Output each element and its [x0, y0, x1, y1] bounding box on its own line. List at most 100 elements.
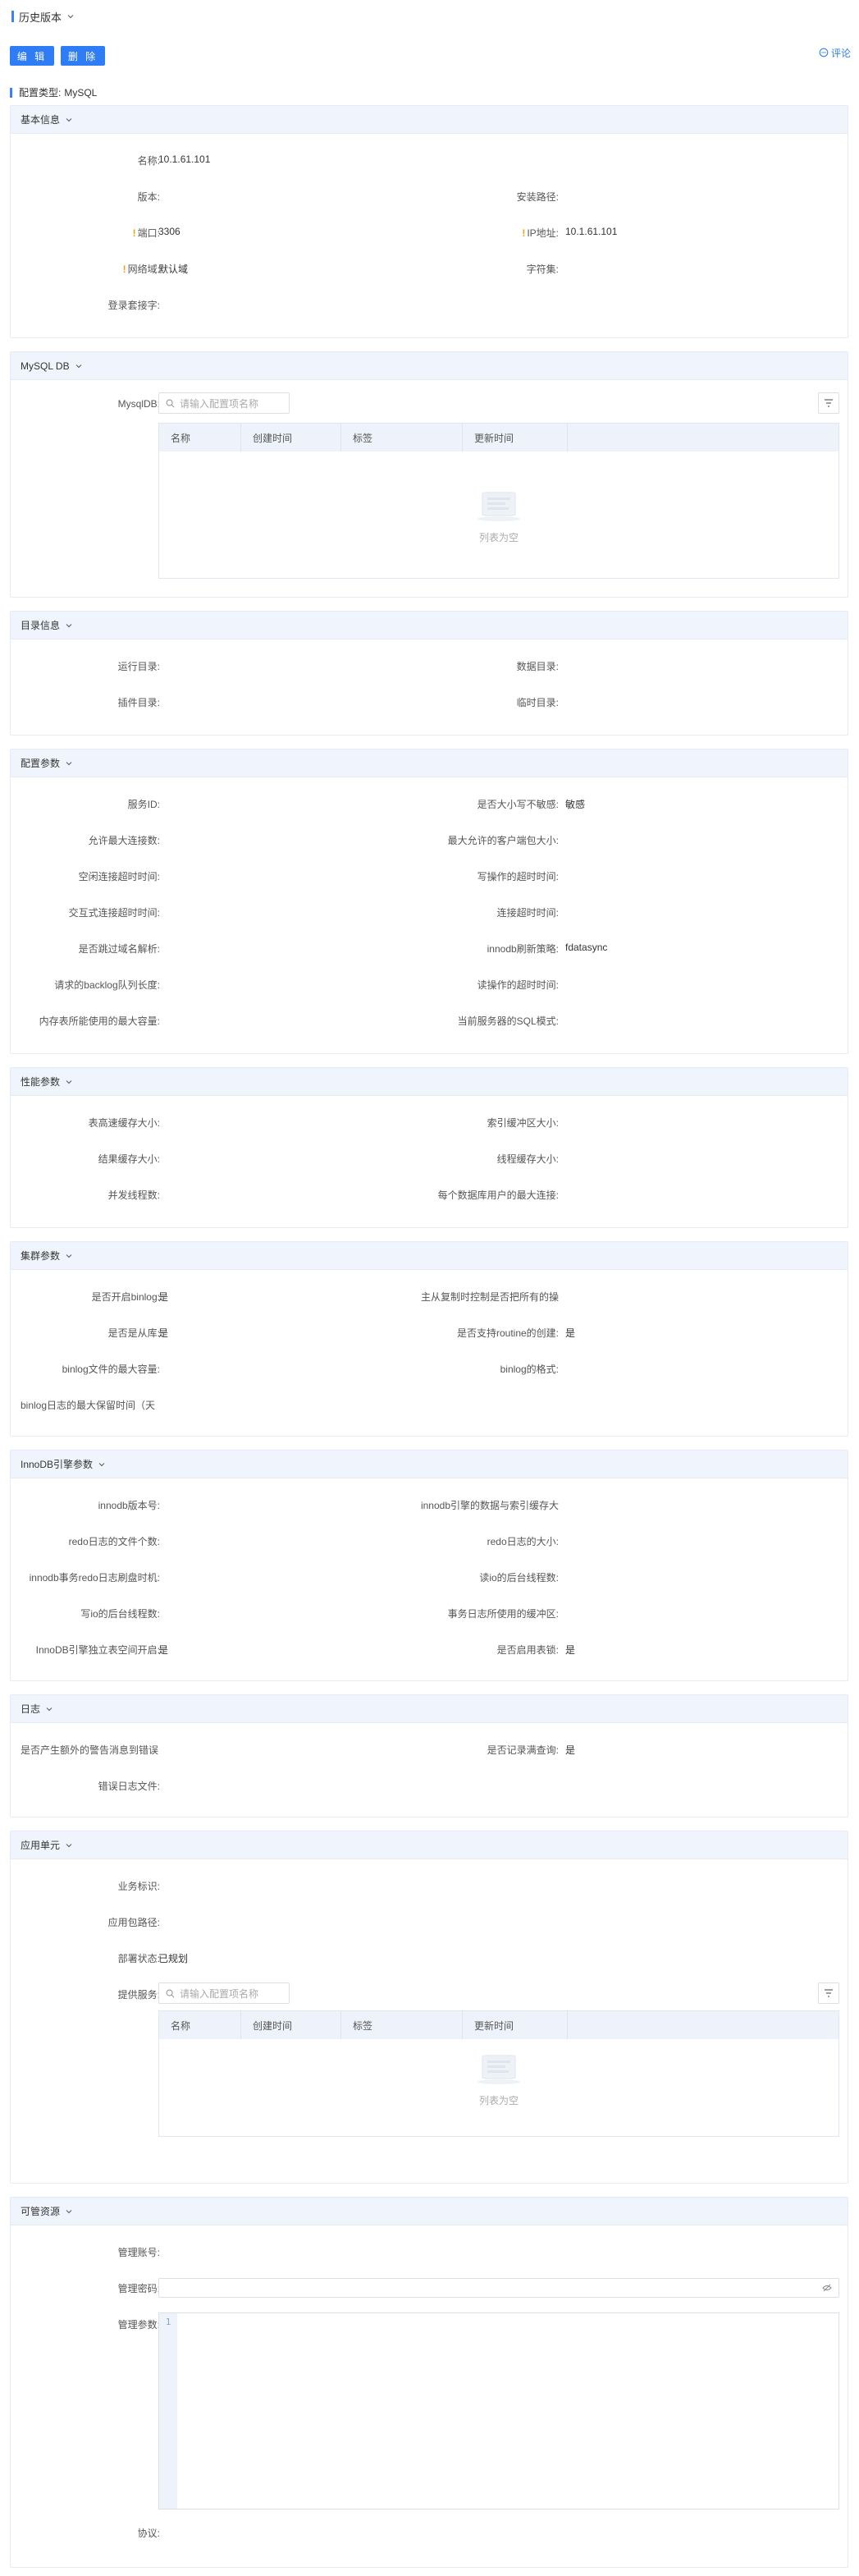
protocol-label: 协议: [137, 2528, 160, 2539]
empty-state: 列表为空 [159, 2049, 838, 2107]
column-updated[interactable]: 更新时间 [463, 2011, 568, 2039]
param-label: 允许最大连接数: [88, 835, 160, 846]
log-title: 日志 [21, 1703, 41, 1715]
ip-value: 10.1.61.101 [565, 226, 618, 237]
chevron-down-icon[interactable] [66, 12, 75, 21]
app-unit-title: 应用单元 [21, 1840, 61, 1851]
param-value: 是 [158, 1327, 169, 1339]
column-created[interactable]: 创建时间 [241, 424, 341, 451]
param-label: 是否大小写不敏感: [477, 799, 559, 810]
dirs-header[interactable]: 目录信息 [11, 612, 848, 639]
edit-button[interactable]: 编 辑 [10, 46, 54, 66]
charset-label: 字符集: [526, 264, 559, 275]
mysqldb-panel: MySQL DB MysqlDB: 请输入配置项名称 名称 创建时间 标签 更新… [10, 351, 848, 598]
param-label: 交互式连接超时时间: [68, 907, 160, 919]
column-name[interactable]: 名称 [159, 424, 241, 451]
filter-icon [825, 399, 833, 407]
socket-label: 登录套接字: [107, 300, 160, 311]
mysqldb-label: MysqlDB: [117, 398, 160, 410]
param-label: 是否是从库: [107, 1327, 160, 1339]
deploy-status-value: 已规划 [158, 1953, 189, 1964]
managed-resource-header[interactable]: 可管资源 [11, 2198, 848, 2225]
basic-info-panel: 基本信息 名称: 10.1.61.101 版本: 安装路径: ! 端口: 3306… [10, 105, 848, 338]
param-label: binlog日志的最大保留时间（天 [21, 1400, 156, 1411]
password-input[interactable] [158, 2278, 839, 2298]
innodb-params-header[interactable]: InnoDB引擎参数 [11, 1451, 848, 1478]
header: 历史版本 [0, 0, 859, 33]
column-name[interactable]: 名称 [159, 2011, 241, 2039]
column-tags[interactable]: 标签 [341, 424, 463, 451]
required-mark: ! [132, 227, 136, 239]
params-editor[interactable]: 1 [158, 2312, 839, 2510]
param-label: 空闲连接超时时间: [78, 871, 160, 882]
param-label: 请求的backlog队列长度: [54, 979, 160, 991]
param-label: 是否启用表锁: [496, 1644, 559, 1656]
param-label: 线程缓存大小: [496, 1153, 559, 1165]
chevron-down-icon [66, 1254, 72, 1258]
hide-password-icon[interactable] [822, 2284, 832, 2292]
param-value: fdatasync [565, 942, 608, 953]
cluster-params-header[interactable]: 集群参数 [11, 1242, 848, 1270]
param-label: 表高速缓存大小: [88, 1117, 160, 1129]
required-mark: ! [122, 264, 126, 275]
install-path-label: 安装路径: [516, 191, 559, 203]
config-params-panel: 配置参数 服务ID: 是否大小写不敏感: 敏感 允许最大连接数: 最大允许的客户端包大… [10, 749, 848, 1054]
mysqldb-header[interactable]: MySQL DB [11, 352, 848, 380]
params-label: 管理参数: [117, 2319, 160, 2331]
pkg-path-label: 应用包路径: [107, 1917, 160, 1928]
param-label: 服务ID: [127, 799, 160, 810]
column-tags[interactable]: 标签 [341, 2011, 463, 2039]
param-label: 是否跳过域名解析: [78, 943, 160, 955]
param-label: 并发线程数: [107, 1189, 160, 1201]
empty-box-icon [477, 2055, 520, 2084]
account-label: 管理账号: [117, 2247, 160, 2258]
param-label: 每个数据库用户的最大连接: [437, 1189, 559, 1201]
param-value: 是 [158, 1291, 169, 1303]
required-mark: ! [522, 227, 526, 239]
empty-text: 列表为空 [478, 2095, 519, 2106]
config-params-header[interactable]: 配置参数 [11, 749, 848, 777]
column-updated[interactable]: 更新时间 [463, 424, 568, 451]
services-label: 提供服务: [117, 1989, 160, 2001]
delete-button[interactable]: 删 除 [61, 46, 105, 66]
biz-id-label: 业务标识: [117, 1881, 160, 1892]
chevron-down-icon [98, 1462, 105, 1466]
data-dir-label: 数据目录: [516, 661, 559, 672]
chevron-down-icon [66, 761, 72, 765]
perf-params-header[interactable]: 性能参数 [11, 1068, 848, 1096]
empty-state: 列表为空 [159, 486, 838, 544]
param-label: redo日志的文件个数: [68, 1536, 160, 1547]
comment-link[interactable]: 评论 [819, 46, 851, 59]
param-label: binlog的格式: [500, 1364, 559, 1375]
name-value: 10.1.61.101 [158, 154, 211, 165]
run-dir-label: 运行目录: [117, 661, 160, 672]
comment-label: 评论 [830, 47, 851, 59]
config-type-accent-bar [10, 87, 12, 98]
services-search-input[interactable]: 请输入配置项名称 [158, 1982, 290, 2004]
basic-info-header[interactable]: 基本信息 [11, 106, 848, 134]
param-value: 是 [565, 1644, 576, 1656]
cluster-params-title: 集群参数 [21, 1250, 61, 1262]
dirs-panel: 目录信息 运行目录: 数据目录: 插件目录: 临时目录: [10, 611, 848, 736]
title-accent-bar [11, 11, 14, 22]
param-label: 写io的后台线程数: [80, 1608, 160, 1620]
mysqldb-table: 名称 创建时间 标签 更新时间 列表为空 [158, 423, 839, 579]
search-placeholder: 请输入配置项名称 [180, 1987, 259, 2000]
param-label: 是否支持routine的创建: [456, 1327, 559, 1339]
port-label: ! 端口: [132, 227, 160, 239]
config-type: 配置类型: MySQL [10, 85, 97, 99]
services-table: 名称 创建时间 标签 更新时间 列表为空 [158, 2010, 839, 2137]
param-label: 内存表所能使用的最大容量: [39, 1015, 160, 1027]
filter-button[interactable] [818, 1982, 839, 2004]
dirs-title: 目录信息 [21, 620, 61, 631]
column-created[interactable]: 创建时间 [241, 2011, 341, 2039]
mysqldb-search-input[interactable]: 请输入配置项名称 [158, 392, 290, 414]
filter-icon [825, 1989, 833, 1997]
domain-label: ! 网络域: [122, 264, 160, 275]
app-unit-header[interactable]: 应用单元 [11, 1831, 848, 1859]
ip-label: ! IP地址: [522, 227, 559, 239]
config-type-label: 配置类型: [19, 87, 62, 99]
page-title[interactable]: 历史版本 [19, 9, 62, 25]
log-header[interactable]: 日志 [11, 1695, 848, 1723]
filter-button[interactable] [818, 392, 839, 414]
